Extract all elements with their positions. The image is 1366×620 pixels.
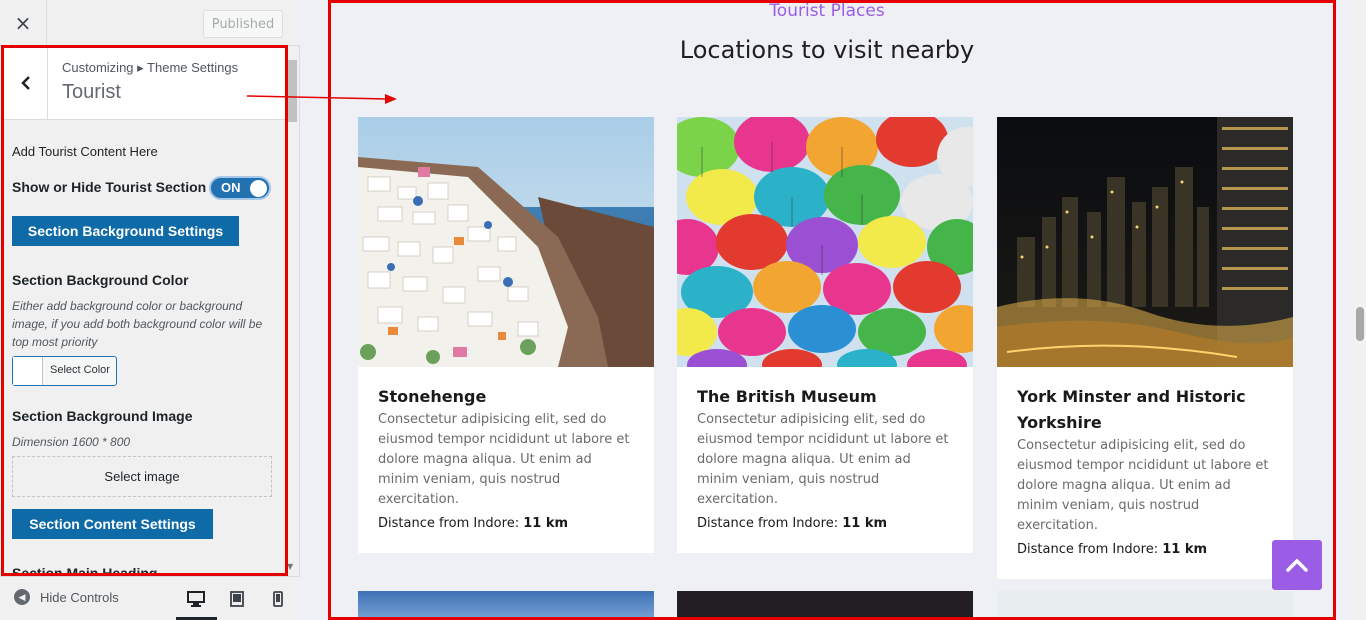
close-icon[interactable]: × (0, 0, 47, 46)
scroll-down-icon[interactable]: ▼ (287, 562, 297, 571)
annotation-box-panel (1, 45, 288, 576)
page-scrollbar-thumb[interactable] (1356, 307, 1364, 341)
panel-scrollbar[interactable] (287, 47, 299, 574)
hide-controls-label: Hide Controls (40, 589, 119, 605)
annotation-box-preview (328, 0, 1336, 620)
customizer-footer: ◀ Hide Controls (0, 576, 300, 620)
published-button[interactable]: Published (203, 10, 283, 38)
annotation-arrow-icon (246, 94, 397, 104)
tablet-icon[interactable] (227, 589, 247, 609)
desktop-icon[interactable] (186, 589, 206, 609)
hide-controls-icon: ◀ (14, 589, 30, 605)
customizer-topbar: × Published (0, 0, 300, 46)
mobile-icon[interactable] (268, 589, 288, 609)
hide-controls-button[interactable]: ◀ Hide Controls (14, 589, 119, 605)
